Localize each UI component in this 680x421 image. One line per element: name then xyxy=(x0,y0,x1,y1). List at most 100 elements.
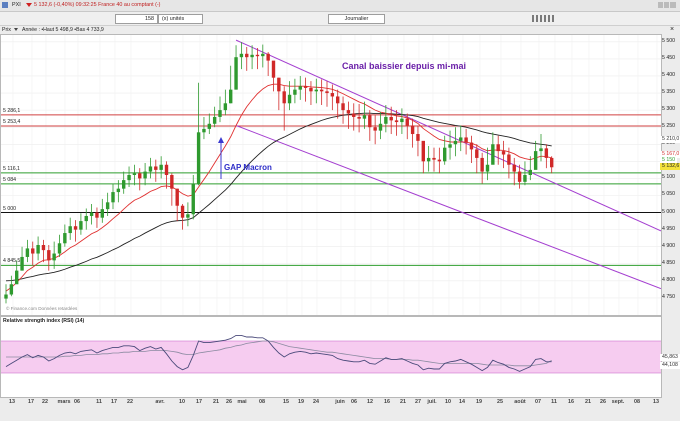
candle-body xyxy=(25,248,30,257)
candle-body xyxy=(105,202,110,210)
moving-average-long xyxy=(5,112,552,282)
price-tag: 5 210,0 xyxy=(660,136,680,144)
candle-body xyxy=(159,164,163,170)
x-tick-label: 27 xyxy=(415,399,421,405)
source-note: © Finance.com Données retardées xyxy=(6,306,78,311)
candle-body xyxy=(111,192,115,203)
candle-body xyxy=(346,110,351,114)
candle-body xyxy=(207,123,211,129)
candle-body xyxy=(57,243,62,254)
candle-body xyxy=(84,215,88,222)
candle-body xyxy=(496,144,500,152)
candle-body xyxy=(330,93,335,97)
rsi-band xyxy=(1,341,661,373)
candle-body xyxy=(20,256,24,271)
level-label: 5 000 xyxy=(3,205,16,212)
candle-body xyxy=(95,212,99,218)
timeframe-select[interactable]: Journalier xyxy=(328,14,385,24)
close-icon[interactable]: × xyxy=(670,26,677,33)
x-tick-label: 25 xyxy=(497,399,503,405)
gap-annotation: GAP Macron xyxy=(224,163,272,172)
candle-body xyxy=(127,175,131,181)
candle-body xyxy=(52,253,56,261)
candle-body xyxy=(309,87,313,92)
y-tick-label: 5 100 xyxy=(662,174,675,181)
x-tick-label: 08 xyxy=(634,399,640,405)
y-tick-label: 5 350 xyxy=(662,89,675,96)
price-chart xyxy=(1,35,661,315)
toolbar: 158 (x) unités Journalier xyxy=(0,12,680,26)
x-tick-label: 16 xyxy=(568,399,574,405)
x-tick-label: juil. xyxy=(427,399,437,405)
y-tick-label: 4 800 xyxy=(662,276,675,283)
x-tick-label: 22 xyxy=(42,399,48,405)
candle-body xyxy=(180,205,185,218)
candle-body xyxy=(544,148,549,158)
y-tick-label: 4 750 xyxy=(662,293,675,300)
y-tick-label: 5 250 xyxy=(662,123,675,130)
candle-body xyxy=(89,212,94,216)
channel-line xyxy=(235,125,661,290)
window-controls-icon[interactable] xyxy=(658,2,676,8)
candle-body xyxy=(517,171,522,182)
x-tick-label: mai xyxy=(237,399,247,405)
x-tick-label: avr. xyxy=(155,399,165,405)
candle-body xyxy=(234,57,238,90)
candle-body xyxy=(416,134,420,141)
candle-body xyxy=(426,157,431,162)
x-tick-label: juin xyxy=(335,399,345,405)
candle-body xyxy=(405,118,409,126)
ticker-label: PXI xyxy=(12,2,21,8)
candle-body xyxy=(501,151,506,155)
candle-body xyxy=(154,166,158,170)
candle-body xyxy=(175,188,179,206)
y-tick-label: 4 950 xyxy=(662,225,675,232)
candle-body xyxy=(100,209,104,218)
candle-body xyxy=(79,221,83,230)
channel-annotation: Canal baissier depuis mi-mai xyxy=(342,61,467,71)
candle-body xyxy=(68,226,72,234)
chart-logo-icon xyxy=(2,2,8,8)
x-tick-label: sept. xyxy=(611,399,625,405)
candle-body xyxy=(63,233,67,244)
price-panel: Canal baissier depuis mi-mai GAP Macron … xyxy=(0,34,662,316)
toolbar-tools-icon[interactable] xyxy=(532,15,554,22)
period-value-input[interactable]: 158 xyxy=(115,14,158,24)
candle-body xyxy=(373,127,377,131)
x-tick-label: 08 xyxy=(259,399,265,405)
x-tick-label: 17 xyxy=(111,399,117,405)
quote-text: 5 132,6 (-0,40%) 09:32:25 France 40 au c… xyxy=(34,2,161,8)
candle-body xyxy=(148,166,153,172)
period-unit-select[interactable]: (x) unités xyxy=(158,14,203,24)
candle-body xyxy=(512,164,516,172)
y-tick-label: 5 050 xyxy=(662,191,675,198)
year-stats: Année : •Haut 5 498,9 •Bas 4 733,9 xyxy=(22,27,104,33)
x-tick-label: 13 xyxy=(653,399,659,405)
candle-body xyxy=(475,149,479,158)
rsi-chart xyxy=(1,334,661,374)
candle-body xyxy=(116,188,121,193)
candle-body xyxy=(491,144,495,165)
candle-body xyxy=(132,173,137,175)
y-tick-label: 5 500 xyxy=(662,37,675,44)
level-label: 5 084 xyxy=(3,176,16,183)
y-tick-label: 5 450 xyxy=(662,54,675,61)
candle-body xyxy=(143,171,147,179)
candle-body xyxy=(325,91,329,94)
level-label: 5 253,4 xyxy=(3,119,21,126)
x-tick-label: 15 xyxy=(283,399,289,405)
candle-body xyxy=(239,53,244,58)
x-tick-label: 21 xyxy=(400,399,406,405)
candle-body xyxy=(448,144,452,148)
candle-body xyxy=(191,183,195,215)
x-tick-label: 17 xyxy=(28,399,34,405)
candle-body xyxy=(352,113,356,117)
candle-body xyxy=(480,157,484,172)
candle-body xyxy=(293,89,297,95)
x-tick-label: 19 xyxy=(298,399,304,405)
candle-body xyxy=(459,137,463,141)
x-tick-label: 14 xyxy=(459,399,465,405)
candle-body xyxy=(469,142,474,150)
candle-body xyxy=(378,123,383,131)
level-label: 5 116,1 xyxy=(3,165,20,172)
